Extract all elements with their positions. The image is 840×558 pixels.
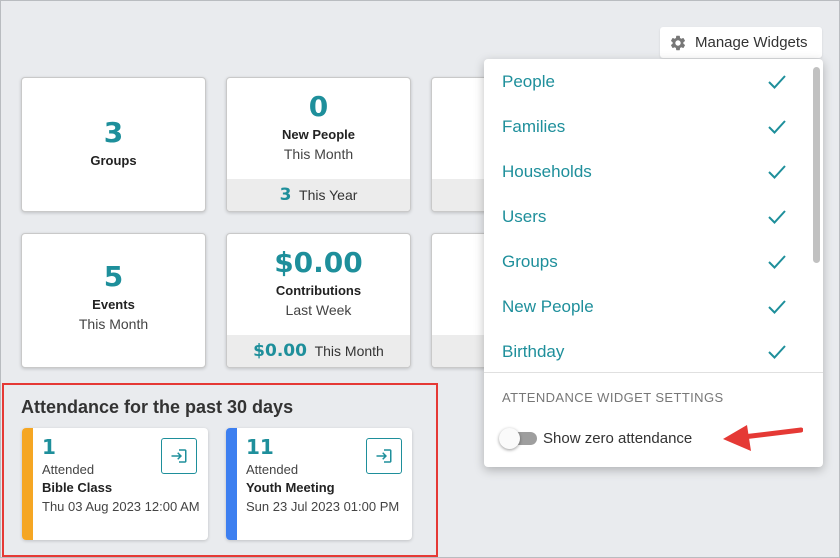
toggle-thumb (499, 428, 520, 449)
menu-item-label: People (502, 71, 555, 91)
menu-item-label: Households (502, 161, 592, 181)
attendance-settings-title: ATTENDANCE WIDGET SETTINGS (502, 390, 724, 405)
widget-value: 0 (308, 90, 329, 123)
attendance-date: Sun 23 Jul 2023 01:00 PM (246, 499, 400, 514)
attendance-label: Attended (246, 462, 299, 477)
widget-events[interactable]: 5 Events This Month (21, 233, 206, 368)
check-icon (768, 119, 786, 134)
login-arrow-icon (376, 449, 392, 463)
open-attendance-button[interactable] (161, 438, 197, 474)
widget-footer-label: This Month (314, 343, 384, 359)
menu-item-people[interactable]: People (484, 59, 809, 104)
check-icon (768, 254, 786, 269)
menu-item-groups[interactable]: Groups (484, 239, 809, 284)
widget-label: Events (92, 297, 135, 312)
menu-item-birthday[interactable]: Birthday (484, 329, 809, 372)
widget-label: Groups (90, 153, 137, 168)
menu-item-label: New People (502, 296, 594, 316)
widget-footer-label: This Year (299, 187, 358, 203)
menu-item-label: Users (502, 206, 547, 226)
widget-sublabel: This Month (283, 146, 354, 162)
widget-label: New People (282, 127, 355, 142)
manage-widgets-button[interactable]: Manage Widgets (660, 27, 822, 58)
show-zero-attendance-toggle[interactable] (499, 428, 539, 450)
attendance-count: 1 (42, 435, 56, 459)
widget-footer: 3 This Year (227, 179, 410, 211)
widget-contributions[interactable]: $0.00 Contributions Last Week $0.00 This… (226, 233, 411, 368)
widget-footer-value: 3 (279, 185, 292, 205)
widget-label: Contributions (275, 283, 362, 298)
divider (484, 372, 823, 373)
widget-footer: $0.00 This Month (227, 335, 410, 367)
check-icon (768, 74, 786, 89)
open-attendance-button[interactable] (366, 438, 402, 474)
widget-new-people[interactable]: 0 New People This Month 3 This Year (226, 77, 411, 212)
check-icon (768, 209, 786, 224)
widget-sublabel: Last Week (285, 302, 352, 318)
menu-item-new-people[interactable]: New People (484, 284, 809, 329)
check-icon (768, 299, 786, 314)
attendance-group: Bible Class (42, 480, 113, 495)
menu-item-users[interactable]: Users (484, 194, 809, 239)
show-zero-attendance-label[interactable]: Show zero attendance (543, 430, 692, 447)
widget-sublabel: This Month (78, 316, 149, 332)
widget-value: 3 (103, 116, 124, 149)
widget-footer-value: $0.00 (253, 341, 307, 361)
manage-widgets-menu: People Families Households Users Groups New P… (484, 59, 823, 467)
annotation-arrow-icon (723, 425, 803, 451)
check-icon (768, 164, 786, 179)
check-icon (768, 344, 786, 359)
menu-item-label: Birthday (502, 341, 565, 361)
widget-value: $0.00 (274, 246, 363, 279)
scrollbar[interactable] (813, 67, 820, 263)
menu-item-households[interactable]: Households (484, 149, 809, 194)
menu-item-label: Families (502, 116, 566, 136)
widget-value: 5 (103, 260, 124, 293)
attendance-count: 11 (246, 435, 274, 459)
menu-item-families[interactable]: Families (484, 104, 809, 149)
attendance-title: Attendance for the past 30 days (21, 397, 294, 417)
menu-item-label: Groups (502, 251, 558, 271)
attendance-date: Thu 03 Aug 2023 12:00 AM (42, 499, 200, 514)
manage-widgets-label: Manage Widgets (695, 34, 808, 51)
attendance-label: Attended (42, 462, 95, 477)
attendance-color-bar (22, 428, 33, 540)
attendance-card[interactable]: 1 Attended Bible Class Thu 03 Aug 2023 1… (22, 428, 208, 540)
widget-groups[interactable]: 3 Groups (21, 77, 206, 212)
attendance-card[interactable]: 11 Attended Youth Meeting Sun 23 Jul 202… (226, 428, 412, 540)
attendance-color-bar (226, 428, 237, 540)
widget-list[interactable]: People Families Households Users Groups New P… (484, 59, 809, 372)
gear-icon (670, 35, 686, 50)
attendance-group: Youth Meeting (246, 480, 335, 495)
login-arrow-icon (171, 449, 187, 463)
